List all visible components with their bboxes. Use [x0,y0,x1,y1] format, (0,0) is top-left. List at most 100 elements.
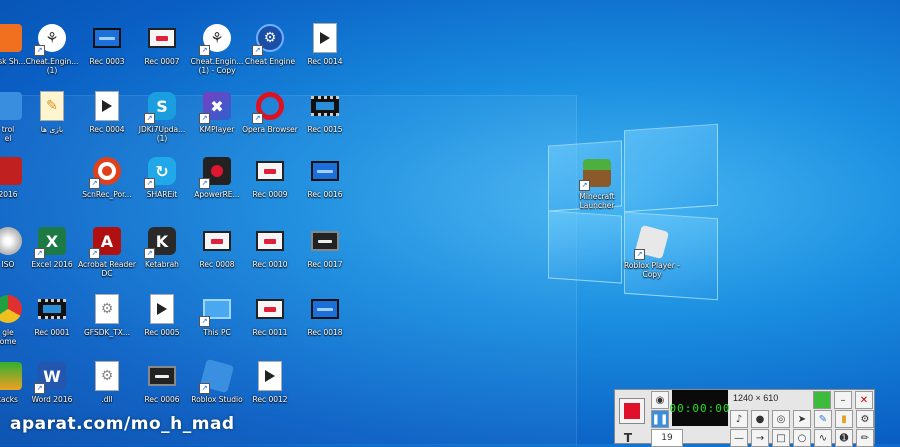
desktop-icon-label: Rec 0018 [307,328,343,337]
desktop-icon[interactable]: Rec 0003 [77,22,137,66]
desktop-icon[interactable]: Rec 0010 [240,225,300,269]
roblox-icon: ↗ [634,224,670,260]
doc-icon [254,360,286,392]
desktop-icon[interactable]: Rec 0009 [240,155,300,199]
redbox-icon [0,155,24,187]
desktop-icon[interactable]: ⚙ GFSDK_TX... [77,293,137,337]
opera-icon: ↗ [252,90,286,124]
arrow-tool-icon[interactable]: → [751,429,769,447]
desktop-icon[interactable]: ↗ This PC [187,293,247,337]
cursor-icon[interactable]: ➤ [793,410,811,428]
stack-icon [0,360,24,392]
text-tool-button[interactable]: T [619,429,637,447]
settings-icon[interactable]: ⚙ [856,410,874,428]
desktop-icon[interactable]: ↗ ScnRec_Por... [77,155,137,199]
desktop-icon-label: Rec 0010 [252,260,288,269]
desktop-icon[interactable]: ⚘ ↗ Cheat.Engin... (1) - Copy [187,22,247,75]
desktop-icon[interactable]: K ↗ Ketabrah [132,225,192,269]
desktop-icon[interactable]: W ↗ Word 2016 [22,360,82,404]
ellipse-tool-icon[interactable]: ○ [793,429,811,447]
desktop-icon[interactable]: ↗ ApowerRE... [187,155,247,199]
desktop-icon[interactable]: Rec 0011 [240,293,300,337]
camera-icon[interactable]: ◉ [651,391,669,409]
scrdark-icon [146,360,178,392]
ketab-icon: K ↗ [144,225,178,259]
film-icon [36,293,68,325]
eraser-icon[interactable]: ✏ [856,429,874,447]
doc-icon [309,22,341,54]
desktop-icon-label: Rec 0017 [307,260,343,269]
desktop-icon[interactable]: Rec 0016 [295,155,355,199]
desktop-icon-label: GFSDK_TX... [83,328,131,337]
folder-icon[interactable]: ▮ [835,410,853,428]
excel-icon: X ↗ [34,225,68,259]
desktop-icon[interactable]: Rec 0005 [132,293,192,337]
number-tool-icon[interactable]: ➊ [835,429,853,447]
record-button[interactable] [619,398,645,424]
microphone-icon[interactable]: ● [751,410,769,428]
desktop-icon[interactable]: A ↗ Acrobat Reader DC [77,225,137,278]
desktop-icon[interactable]: 2016 [0,155,38,199]
film-icon [309,90,341,122]
desktop-icon-label: Rec 0016 [307,190,343,199]
desktop-icon-label: Rec 0015 [307,125,343,134]
desktop-icon-label: 2016 [0,190,18,199]
desktop-icon[interactable]: Rec 0007 [132,22,192,66]
desktop-icon-label: ApowerRE... [194,190,240,199]
timer-text: 00:00:00 [669,401,731,415]
desktop-icon-label: Rec 0006 [144,395,180,404]
desktop-icon[interactable]: ⚙ ↗ Cheat Engine [240,22,300,66]
speaker-icon[interactable]: ♪ [730,410,748,428]
desktop-icon[interactable]: ↗ Opera Browser [240,90,300,134]
gear-icon: ⚙ [91,293,123,325]
orange-icon [0,22,24,54]
desktop-icon[interactable]: ↗ Minecraft Launcher [567,157,627,210]
close-button[interactable]: ✕ [855,391,873,409]
desktop-icon[interactable]: Rec 0008 [187,225,247,269]
green-indicator [813,391,831,409]
desktop-icon[interactable]: X ↗ Excel 2016 [22,225,82,269]
desktop-icon[interactable]: Rec 0001 [22,293,82,337]
desktop-icon[interactable]: Rec 0018 [295,293,355,337]
desktop-icon[interactable]: Rec 0014 [295,22,355,66]
desktop-icon-label: Rec 0014 [307,57,343,66]
line-tool-icon[interactable]: — [730,429,748,447]
desktop-icon[interactable]: ↗ Roblox Studio [187,358,247,404]
curve-tool-icon[interactable]: ∿ [814,429,832,447]
desktop-icon[interactable]: Rec 0017 [295,225,355,269]
minimize-button[interactable]: – [834,391,852,409]
webcam-icon[interactable]: ◎ [772,410,790,428]
desktop-icon-label: Rec 0008 [199,260,235,269]
ce-icon: ⚘ ↗ [199,22,233,56]
desktop-icon[interactable]: ✖ ↗ KMPlayer [187,90,247,134]
apower-icon: ↗ [199,155,233,189]
disc-icon [0,225,24,257]
gear-icon: ⚙ [91,360,123,392]
desktop-icon[interactable]: ↻ ↗ SHAREit [132,155,192,199]
desktop-icon[interactable]: Rec 0004 [77,90,137,134]
skype-icon: S ↗ [144,90,178,124]
desktop-icon-label: Cheat.Engin... (1) - Copy [190,57,244,75]
desktop-icon[interactable]: Rec 0015 [295,90,355,134]
desktop-icon-label: This PC [203,328,231,337]
scr-icon [254,225,286,257]
robloxstudio-icon: ↗ [199,358,235,394]
desktop-icon-label: KMPlayer [199,125,235,134]
scrblue-icon [91,22,123,54]
desktop-icon-label: Roblox Studio [191,395,243,404]
desktop-icon[interactable]: ⚘ ↗ Cheat.Engin... (1) [22,22,82,75]
cheatengine-icon: ⚙ ↗ [252,22,286,56]
rect-tool-icon[interactable]: □ [772,429,790,447]
desktop-icon[interactable]: ⚙ .dll [77,360,137,404]
desktop-icon[interactable]: Rec 0006 [132,360,192,404]
desktop-icon[interactable]: ↗ Roblox Player - Copy [622,224,682,279]
pen-icon[interactable]: ✎ [814,410,832,428]
desktop-icon[interactable]: Rec 0012 [240,360,300,404]
desktop-icon[interactable]: ✎ بازی ها [22,90,82,134]
desktop-icon[interactable]: S ↗ JDKi7Upda... (1) [132,90,192,143]
font-size-field[interactable]: 19 [651,429,683,447]
pause-button[interactable]: ❚❚ [651,410,669,428]
desktop-icon-label: بازی ها [40,125,64,134]
desktop-icon-label: trol el [1,125,15,143]
desktop-icon-label: .dll [101,395,113,404]
